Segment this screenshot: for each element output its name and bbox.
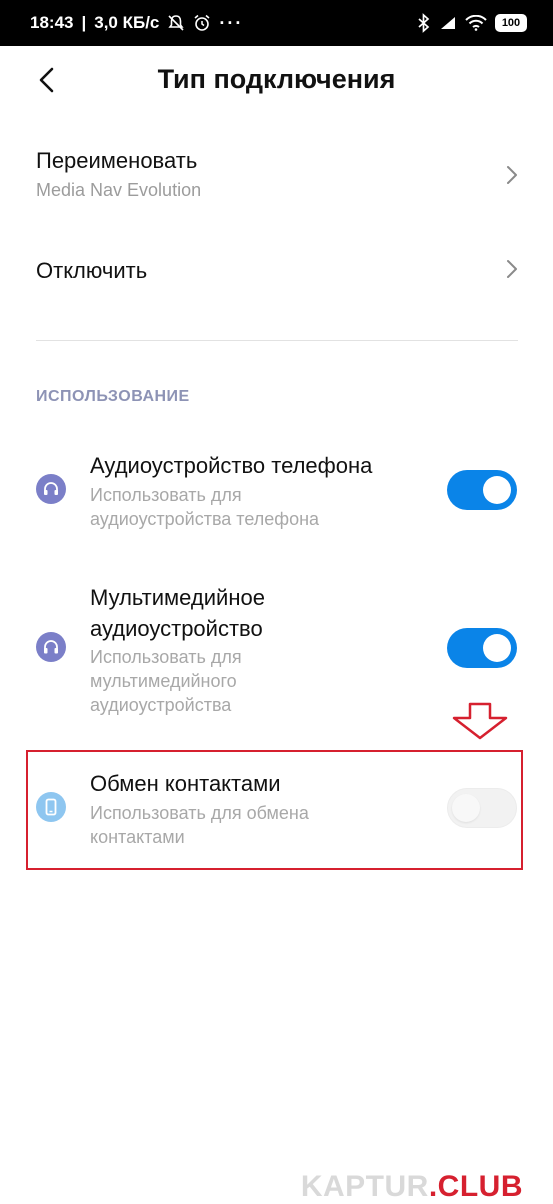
rename-row[interactable]: Переименовать Media Nav Evolution	[0, 136, 553, 220]
mute-icon	[167, 14, 185, 32]
usage-item-contact-sharing: Обмен контактами Использовать для обмена…	[0, 768, 553, 858]
divider	[36, 340, 518, 341]
item-title-line: Мультимедийное	[90, 585, 265, 610]
item-description-line: контактами	[90, 827, 185, 847]
bluetooth-icon	[417, 13, 431, 33]
app-header: Тип подключения	[0, 48, 553, 112]
item-description-line: аудиоустройства	[90, 695, 232, 715]
media-audio-toggle[interactable]	[447, 628, 517, 668]
item-title: Аудиоустройство телефона	[90, 453, 373, 478]
signal-icon	[439, 15, 457, 31]
item-description-line: Использовать для обмена	[90, 803, 309, 823]
item-title-line: аудиоустройство	[90, 616, 263, 641]
watermark-text: KAPTUR	[300, 1170, 429, 1203]
toggle-knob	[483, 634, 511, 662]
headphones-icon	[36, 632, 66, 662]
down-arrow-annotation-icon	[452, 702, 508, 740]
item-description-line: мультимедийного	[90, 671, 237, 691]
item-description-line: Использовать для	[90, 647, 242, 667]
site-watermark: KAPTUR.CLUB	[301, 1170, 523, 1204]
page-title: Тип подключения	[157, 64, 396, 94]
usage-item-phone-audio: Аудиоустройство телефона Использовать дл…	[0, 450, 553, 540]
rename-label: Переименовать	[36, 148, 198, 173]
alarm-icon	[193, 14, 211, 32]
more-notifications-icon: ···	[219, 12, 244, 33]
status-bar: 18:43 | 3,0 КБ/с ··· 100	[0, 0, 553, 46]
battery-indicator: 100	[495, 14, 527, 32]
item-description-line: аудиоустройства телефона	[90, 509, 320, 529]
status-network-speed: 3,0 КБ/с	[94, 13, 160, 32]
toggle-knob	[483, 476, 511, 504]
headset-icon	[36, 474, 66, 504]
phone-audio-toggle[interactable]	[447, 470, 517, 510]
wifi-icon	[465, 15, 487, 31]
item-description-line: Использовать для	[90, 485, 242, 505]
device-name-value: Media Nav Evolution	[36, 180, 202, 200]
toggle-knob	[452, 794, 480, 822]
contact-sharing-toggle[interactable]	[447, 788, 517, 828]
section-header-usage: ИСПОЛЬЗОВАНИЕ	[36, 388, 190, 405]
usage-item-media-audio: Мультимедийное аудиоустройство Использов…	[0, 582, 553, 722]
status-separator: |	[81, 13, 87, 32]
item-title: Обмен контактами	[90, 771, 281, 796]
phone-icon	[36, 792, 66, 822]
disconnect-label: Отключить	[36, 258, 148, 283]
disconnect-row[interactable]: Отключить	[0, 240, 553, 304]
watermark-accent-text: .CLUB	[428, 1170, 523, 1203]
chevron-right-icon	[507, 166, 517, 184]
chevron-right-icon	[507, 260, 517, 278]
status-time: 18:43	[30, 13, 74, 32]
